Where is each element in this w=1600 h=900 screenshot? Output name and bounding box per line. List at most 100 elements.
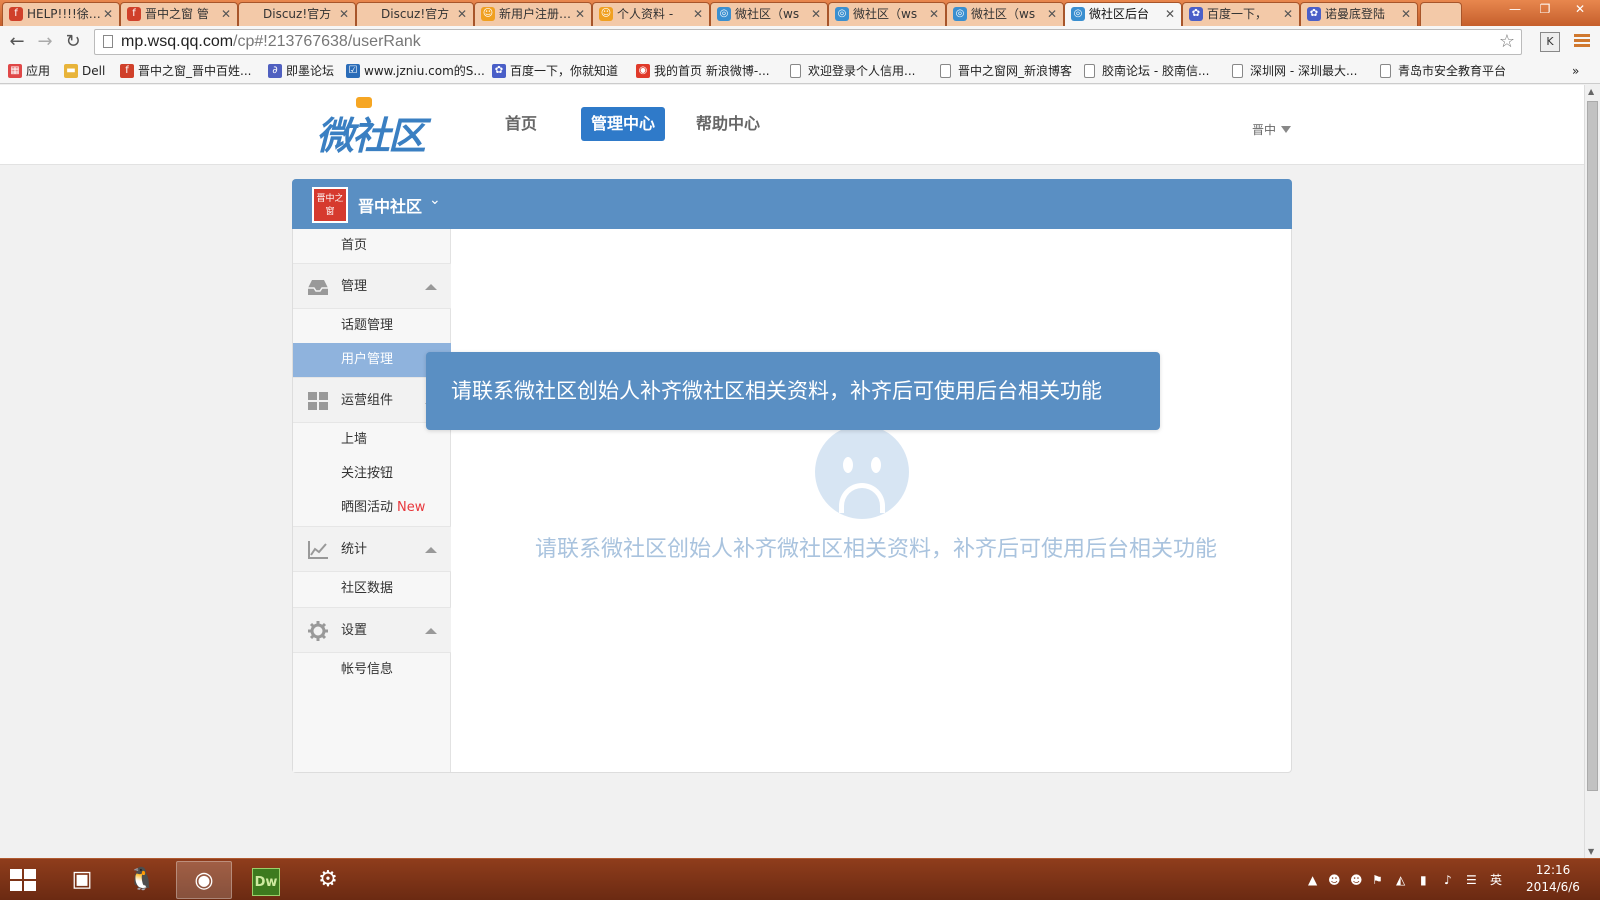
browser-tab[interactable]: f 晋中之窗 管 ✕: [120, 2, 238, 26]
nav-admin-center[interactable]: 管理中心: [581, 107, 666, 141]
site-favicon-icon: ☺: [481, 7, 495, 21]
site-favicon-icon: f: [127, 7, 141, 21]
minimize-window-icon[interactable]: —: [1500, 0, 1530, 20]
reload-icon[interactable]: ↻: [62, 31, 84, 53]
inbox-icon: [308, 280, 328, 295]
sidebar-group-stats[interactable]: 统计: [293, 526, 451, 572]
volume-icon[interactable]: ♪: [1444, 871, 1452, 889]
bookmarks-overflow-icon[interactable]: »: [1572, 62, 1579, 80]
bookmark-item[interactable]: ◉ 我的首页 新浪微博-...: [636, 62, 770, 80]
bookmark-folder[interactable]: ▬ Dell: [64, 62, 105, 80]
scroll-down-icon[interactable]: ▼: [1588, 847, 1594, 856]
bookmark-item[interactable]: ∂ 即墨论坛: [268, 62, 334, 80]
windows-start-icon[interactable]: [10, 869, 38, 893]
page-icon: [1232, 64, 1243, 78]
bookmark-item[interactable]: 胶南论坛 - 胶南信...: [1084, 62, 1209, 80]
close-tab-icon[interactable]: ✕: [929, 3, 939, 25]
sidebar-group-settings[interactable]: 设置: [293, 607, 451, 653]
browser-tab[interactable]: ✿ 诺曼底登陆 ✕: [1300, 2, 1418, 26]
browser-tab[interactable]: ☺ 个人资料 - ✕: [592, 2, 710, 26]
close-tab-icon[interactable]: ✕: [1401, 3, 1411, 25]
browser-menu-icon[interactable]: [1574, 32, 1590, 52]
browser-tab[interactable]: f HELP!!!!徐… ✕: [2, 2, 120, 26]
sidebar-item-photo-event[interactable]: 晒图活动 New: [293, 491, 451, 525]
close-tab-icon[interactable]: ✕: [1047, 3, 1057, 25]
bookmark-item[interactable]: f 晋中之窗_晋中百姓...: [120, 62, 251, 80]
page-viewport: 微社区 首页 管理中心 帮助中心 晋中 晋中之窗 晋中社区 ⌄ 首页 管理 话题…: [0, 85, 1584, 858]
tray-overflow-icon[interactable]: ▲: [1308, 871, 1317, 889]
address-bar[interactable]: mp.wsq.qq.com/cp#!213767638/userRank ☆: [94, 29, 1522, 55]
browser-tab[interactable]: Discuz!官方 ✕: [356, 2, 474, 26]
flag-tray-icon[interactable]: ⚑: [1372, 871, 1383, 889]
ime-indicator[interactable]: 英: [1490, 871, 1502, 889]
extension-button[interactable]: K: [1540, 32, 1560, 52]
bookmark-item[interactable]: 欢迎登录个人信用...: [790, 62, 915, 80]
qq-tray-icon[interactable]: ☻: [1350, 871, 1363, 889]
weibo-icon: ◉: [636, 64, 650, 78]
bookmark-item[interactable]: ☑ www.jzniu.com的S...: [346, 62, 485, 80]
bookmark-item[interactable]: 深圳网 - 深圳最大...: [1232, 62, 1357, 80]
bookmark-star-icon[interactable]: ☆: [1499, 31, 1515, 53]
sidebar-item-home[interactable]: 首页: [293, 229, 451, 263]
sidebar-item-community-data[interactable]: 社区数据: [293, 572, 451, 606]
browser-tab-active[interactable]: ◎ 微社区后台 ✕: [1064, 2, 1182, 26]
chevron-down-icon[interactable]: ⌄: [429, 192, 441, 208]
browser-tab[interactable]: ☺ 新用户注册… ✕: [474, 2, 592, 26]
sidebar-group-manage[interactable]: 管理: [293, 263, 451, 309]
site-icon: f: [120, 64, 134, 78]
wifi-icon[interactable]: ☰: [1466, 871, 1477, 889]
nav-home[interactable]: 首页: [495, 107, 547, 141]
nvidia-tray-icon[interactable]: ◭: [1396, 871, 1405, 889]
qq-tray-icon[interactable]: ☻: [1328, 871, 1341, 889]
close-tab-icon[interactable]: ✕: [811, 3, 821, 25]
close-tab-icon[interactable]: ✕: [1283, 3, 1293, 25]
page-icon: [1084, 64, 1095, 78]
nav-help-center[interactable]: 帮助中心: [686, 107, 770, 141]
browser-tab[interactable]: ◎ 微社区（ws ✕: [946, 2, 1064, 26]
close-tab-icon[interactable]: ✕: [693, 3, 703, 25]
scroll-up-icon[interactable]: ▲: [1588, 87, 1594, 96]
bookmark-item[interactable]: ✿ 百度一下，你就知道: [492, 62, 618, 80]
back-icon[interactable]: ←: [6, 31, 28, 53]
user-menu[interactable]: 晋中: [1252, 121, 1292, 138]
close-window-icon[interactable]: ✕: [1560, 0, 1600, 20]
dreamweaver-button[interactable]: Dw: [238, 861, 294, 899]
browser-tab[interactable]: Discuz!官方 ✕: [238, 2, 356, 26]
site-icon: ∂: [268, 64, 282, 78]
page-scrollbar[interactable]: ▲ ▼: [1584, 85, 1600, 858]
site-favicon-icon: ◎: [835, 7, 849, 21]
close-tab-icon[interactable]: ✕: [221, 3, 231, 25]
new-tab-button[interactable]: [1420, 2, 1462, 26]
qq-icon[interactable]: 🐧: [114, 861, 170, 899]
bookmark-item[interactable]: 晋中之窗网_新浪博客: [940, 62, 1072, 80]
browser-tab[interactable]: ◎ 微社区（ws ✕: [710, 2, 828, 26]
bookmark-apps[interactable]: ▦ 应用: [8, 62, 50, 80]
browser-tab-strip: f HELP!!!!徐… ✕ f 晋中之窗 管 ✕ Discuz!官方 ✕ Di…: [0, 0, 1600, 26]
system-clock[interactable]: 12:16 2014/6/6: [1508, 862, 1598, 896]
close-tab-icon[interactable]: ✕: [575, 3, 585, 25]
bookmark-item[interactable]: 青岛市安全教育平台: [1380, 62, 1506, 80]
wsq-logo[interactable]: 微社区: [316, 97, 426, 158]
browser-toolbar: ← → ↻ mp.wsq.qq.com/cp#!213767638/userRa…: [0, 26, 1600, 58]
browser-tab[interactable]: ✿ 百度一下， ✕: [1182, 2, 1300, 26]
chrome-icon[interactable]: ◉: [176, 861, 232, 899]
community-name[interactable]: 晋中社区: [358, 193, 422, 217]
browser-tab[interactable]: ◎ 微社区（ws ✕: [828, 2, 946, 26]
page-icon: [940, 64, 951, 78]
signal-tray-icon[interactable]: ▮: [1420, 871, 1427, 889]
scrollbar-thumb[interactable]: [1587, 101, 1598, 791]
sidebar-item-follow-button[interactable]: 关注按钮: [293, 457, 451, 491]
os-taskbar: ▣ 🐧 ◉ Dw ⚙ ▲ ☻ ☻ ⚑ ◭ ▮ ♪ ☰ 英 12:16 2014/…: [0, 858, 1600, 900]
close-tab-icon[interactable]: ✕: [1165, 3, 1175, 25]
sidebar-item-topic-manage[interactable]: 话题管理: [293, 309, 451, 343]
new-badge: New: [397, 500, 426, 515]
close-tab-icon[interactable]: ✕: [457, 3, 467, 25]
close-tab-icon[interactable]: ✕: [339, 3, 349, 25]
restore-window-icon[interactable]: ❐: [1530, 0, 1560, 20]
forward-icon[interactable]: →: [34, 31, 56, 53]
close-tab-icon[interactable]: ✕: [103, 3, 113, 25]
file-explorer-icon[interactable]: ▣: [54, 861, 110, 899]
tools-app-icon[interactable]: ⚙: [300, 861, 356, 899]
sidebar-item-account-info[interactable]: 帐号信息: [293, 653, 451, 687]
notice-toast: 请联系微社区创始人补齐微社区相关资料，补齐后可使用后台相关功能: [426, 352, 1160, 430]
